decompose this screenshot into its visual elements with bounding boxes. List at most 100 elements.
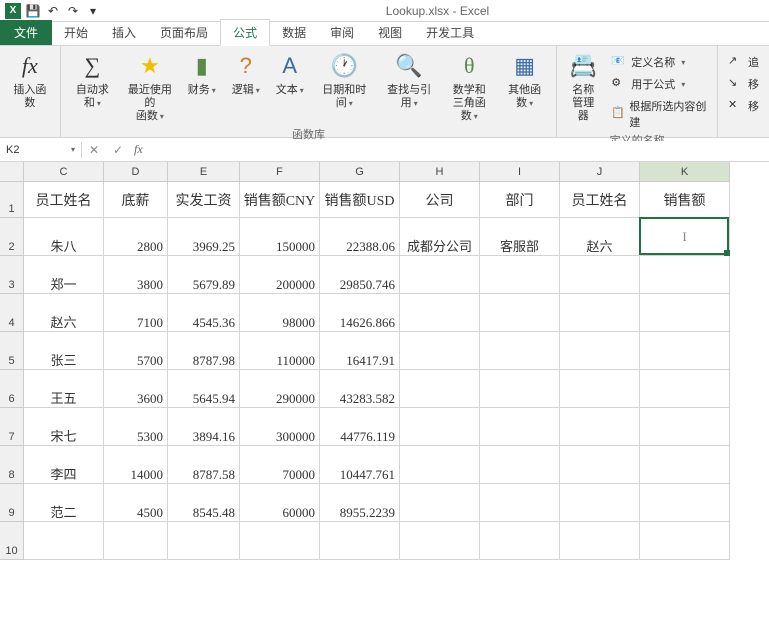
cell[interactable]: [560, 370, 640, 408]
cell[interactable]: 2800: [104, 218, 168, 256]
cell[interactable]: 4545.36: [168, 294, 240, 332]
cell[interactable]: 98000: [240, 294, 320, 332]
save-icon[interactable]: 💾: [24, 2, 42, 20]
cell[interactable]: 4500: [104, 484, 168, 522]
cell[interactable]: 14000: [104, 446, 168, 484]
cell[interactable]: 宋七: [24, 408, 104, 446]
header-cell[interactable]: 销售额: [640, 182, 730, 218]
header-cell[interactable]: 公司: [400, 182, 480, 218]
column-header-F[interactable]: F: [240, 162, 320, 182]
cell[interactable]: 3969.25: [168, 218, 240, 256]
cell[interactable]: [560, 294, 640, 332]
cell[interactable]: 14626.866: [320, 294, 400, 332]
cell[interactable]: 王五: [24, 370, 104, 408]
cell[interactable]: 8787.98: [168, 332, 240, 370]
cell[interactable]: [24, 522, 104, 560]
cell[interactable]: 郑一: [24, 256, 104, 294]
enter-icon[interactable]: ✓: [106, 143, 130, 157]
tab-layout[interactable]: 页面布局: [148, 20, 220, 45]
cell[interactable]: 3600: [104, 370, 168, 408]
tab-file[interactable]: 文件: [0, 20, 52, 45]
cell[interactable]: 22388.06: [320, 218, 400, 256]
undo-icon[interactable]: ↶: [44, 2, 62, 20]
excel-icon[interactable]: X: [4, 2, 22, 20]
row-header-1[interactable]: 1: [0, 182, 24, 218]
column-header-E[interactable]: E: [168, 162, 240, 182]
cell[interactable]: 3800: [104, 256, 168, 294]
cell[interactable]: 290000: [240, 370, 320, 408]
cell[interactable]: 5645.94: [168, 370, 240, 408]
row-header-6[interactable]: 6: [0, 370, 24, 408]
tab-view[interactable]: 视图: [366, 20, 414, 45]
insert-function-button[interactable]: fx插入函数: [6, 48, 54, 112]
header-cell[interactable]: 员工姓名: [560, 182, 640, 218]
cell[interactable]: [480, 446, 560, 484]
remove-arrows-button[interactable]: ✕移: [724, 96, 763, 116]
cell[interactable]: [560, 484, 640, 522]
cell[interactable]: [560, 446, 640, 484]
cell[interactable]: 5300: [104, 408, 168, 446]
row-header-8[interactable]: 8: [0, 446, 24, 484]
cell[interactable]: 44776.119: [320, 408, 400, 446]
cell[interactable]: 10447.761: [320, 446, 400, 484]
row-header-5[interactable]: 5: [0, 332, 24, 370]
cell[interactable]: 客服部: [480, 218, 560, 256]
column-header-D[interactable]: D: [104, 162, 168, 182]
cell[interactable]: 70000: [240, 446, 320, 484]
header-cell[interactable]: 销售额USD: [320, 182, 400, 218]
column-header-G[interactable]: G: [320, 162, 400, 182]
cell[interactable]: [640, 446, 730, 484]
cell[interactable]: 200000: [240, 256, 320, 294]
cell[interactable]: [560, 332, 640, 370]
cell[interactable]: [480, 256, 560, 294]
cell-grid[interactable]: 员工姓名底薪实发工资销售额CNY销售额USD公司部门员工姓名销售额朱八28003…: [24, 182, 730, 560]
select-all-corner[interactable]: [0, 162, 24, 182]
row-header-10[interactable]: 10: [0, 522, 24, 560]
cell[interactable]: [400, 294, 480, 332]
financial-button[interactable]: ▮财务▾: [182, 48, 222, 99]
create-from-selection-button[interactable]: 📋根据所选内容创建: [607, 96, 711, 132]
formula-input[interactable]: [147, 141, 769, 159]
cell[interactable]: [400, 332, 480, 370]
row-header-4[interactable]: 4: [0, 294, 24, 332]
header-cell[interactable]: 底薪: [104, 182, 168, 218]
cell[interactable]: 赵六: [24, 294, 104, 332]
row-header-3[interactable]: 3: [0, 256, 24, 294]
cell[interactable]: 8545.48: [168, 484, 240, 522]
column-header-K[interactable]: K: [640, 162, 730, 182]
cell[interactable]: [560, 256, 640, 294]
trace-precedents-button[interactable]: ↗追: [724, 52, 763, 72]
cell[interactable]: 5700: [104, 332, 168, 370]
cell[interactable]: 范二: [24, 484, 104, 522]
cell[interactable]: 8787.58: [168, 446, 240, 484]
cell[interactable]: 110000: [240, 332, 320, 370]
cell[interactable]: [480, 370, 560, 408]
cell[interactable]: 29850.746: [320, 256, 400, 294]
column-header-C[interactable]: C: [24, 162, 104, 182]
cell[interactable]: [640, 294, 730, 332]
cell[interactable]: [640, 522, 730, 560]
trace-dependents-button[interactable]: ↘移: [724, 74, 763, 94]
math-button[interactable]: θ数学和 三角函数▾: [444, 48, 495, 126]
more-functions-button[interactable]: ▦其他函数▾: [499, 48, 550, 112]
cell[interactable]: 赵六: [560, 218, 640, 256]
logical-button[interactable]: ?逻辑▾: [226, 48, 266, 99]
redo-icon[interactable]: ↷: [64, 2, 82, 20]
cell[interactable]: 3894.16: [168, 408, 240, 446]
cell[interactable]: 16417.91: [320, 332, 400, 370]
cell[interactable]: 43283.582: [320, 370, 400, 408]
cell[interactable]: [400, 408, 480, 446]
cell[interactable]: 60000: [240, 484, 320, 522]
row-header-9[interactable]: 9: [0, 484, 24, 522]
cell[interactable]: [560, 408, 640, 446]
cell[interactable]: [400, 256, 480, 294]
cell[interactable]: [240, 522, 320, 560]
header-cell[interactable]: 员工姓名: [24, 182, 104, 218]
cell[interactable]: [320, 522, 400, 560]
column-header-I[interactable]: I: [480, 162, 560, 182]
cell[interactable]: [480, 522, 560, 560]
recent-functions-button[interactable]: ★最近使用的 函数▾: [122, 48, 178, 126]
cell[interactable]: [480, 294, 560, 332]
cell[interactable]: 150000: [240, 218, 320, 256]
header-cell[interactable]: 销售额CNY: [240, 182, 320, 218]
